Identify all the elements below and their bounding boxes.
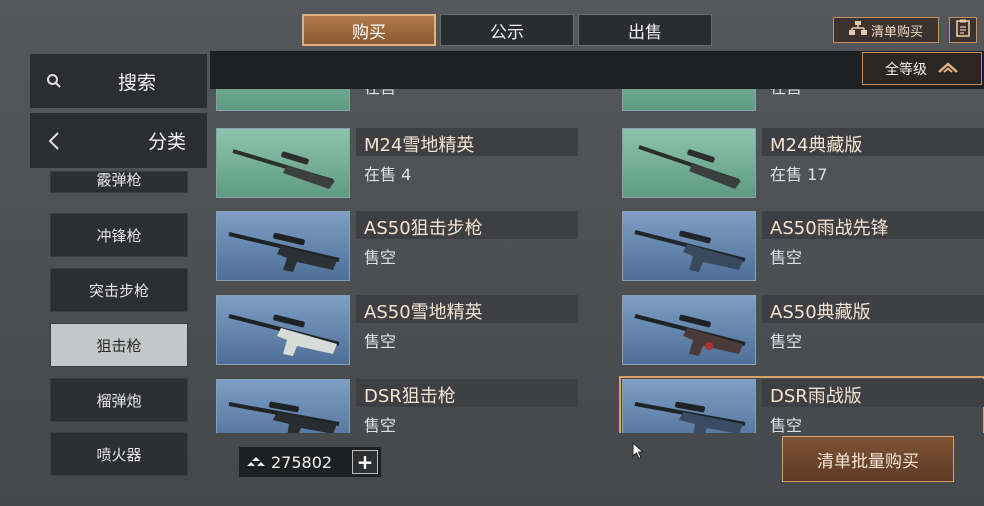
item-card-dsr[interactable]: DSR狙击枪 售空: [216, 379, 578, 433]
batch-buy-button[interactable]: 清单批量购买: [782, 436, 954, 482]
item-status: 售空: [364, 332, 397, 351]
item-status: 在售 17: [770, 165, 828, 184]
top-tabs: 购买 公示 出售: [302, 14, 712, 46]
item-thumbnail: [622, 89, 756, 111]
item-card[interactable]: 在售: [622, 89, 984, 115]
item-card-dsr-rain[interactable]: DSR雨战版 售空: [619, 376, 984, 433]
sniper-rifle-icon: [228, 314, 340, 356]
item-thumbnail: [622, 128, 756, 198]
sniper-rifle-icon: [232, 149, 335, 189]
sidebar-item-smg[interactable]: 冲锋枪: [50, 213, 188, 257]
item-card-m24-collector[interactable]: M24典藏版 在售 17: [622, 128, 984, 202]
item-thumbnail: [216, 89, 350, 111]
item-thumbnail: [216, 211, 350, 281]
sniper-rifle-icon: [638, 145, 741, 189]
item-name: AS50雪地精英: [364, 302, 483, 323]
item-name: DSR狙击枪: [364, 386, 456, 407]
grade-filter-dropdown[interactable]: 全等级: [862, 52, 982, 85]
search-button[interactable]: 搜索: [30, 54, 207, 108]
search-label: 搜索: [118, 71, 157, 94]
sniper-rifle-icon: [228, 232, 340, 272]
sidebar-item-label: 喷火器: [96, 445, 142, 464]
add-currency-button[interactable]: +: [352, 450, 378, 474]
item-status: 在售: [364, 89, 396, 98]
category-back-button[interactable]: 分类: [30, 113, 207, 168]
tab-buy[interactable]: 购买: [302, 14, 436, 46]
item-status: 售空: [770, 416, 803, 433]
item-name: AS50狙击步枪: [364, 218, 483, 239]
item-status: 售空: [770, 248, 803, 267]
list-buy-label: 清单购买: [870, 24, 923, 40]
batch-buy-label: 清单批量购买: [817, 451, 919, 472]
sidebar-item-label: 突击步枪: [88, 281, 149, 300]
sidebar-item-label: 榴弹炮: [96, 391, 142, 410]
sidebar-item-label: 霰弹枪: [96, 171, 142, 189]
item-thumbnail: [622, 211, 756, 281]
currency-amount: 275802: [271, 452, 333, 472]
item-card[interactable]: 在售: [216, 89, 578, 115]
item-status: 售空: [770, 332, 803, 351]
sidebar-item-label: 狙击枪: [96, 336, 142, 355]
item-thumbnail: [216, 295, 350, 365]
item-card-as50-collector[interactable]: AS50典藏版 售空: [622, 295, 984, 369]
item-name: M24典藏版: [770, 135, 863, 156]
sidebar-item-flamethrower[interactable]: 喷火器: [50, 432, 188, 476]
item-status: 售空: [364, 248, 397, 267]
sniper-rifle-icon: [634, 314, 746, 356]
sniper-rifle-icon: [228, 401, 340, 433]
sniper-rifle-icon: [634, 230, 746, 272]
item-name: M24雪地精英: [364, 135, 475, 156]
item-card-as50-rain[interactable]: AS50雨战先锋 售空: [622, 211, 984, 285]
item-grid: 在售 在售 M24雪地精英 在售 4 M24典藏版 在售 17: [210, 89, 984, 433]
list-buy-button[interactable]: 清单购买: [833, 17, 939, 43]
sidebar-item-assault-rifle[interactable]: 突击步枪: [50, 268, 188, 312]
item-status: 在售: [770, 89, 802, 98]
item-thumbnail: [622, 379, 756, 433]
clipboard-icon: [956, 19, 970, 41]
sidebar-item-sniper-rifle[interactable]: 狙击枪: [50, 323, 188, 367]
tab-sell[interactable]: 出售: [578, 14, 712, 46]
item-thumbnail: [216, 128, 350, 198]
hierarchy-icon: [848, 21, 867, 39]
chevron-left-icon: [30, 131, 78, 151]
item-status: 售空: [364, 416, 397, 433]
coin-pile-icon: [247, 453, 265, 472]
sniper-rifle-icon: [634, 401, 746, 433]
chevron-up-icon: [937, 61, 959, 77]
item-card-as50[interactable]: AS50狙击步枪 售空: [216, 211, 578, 285]
plus-icon: +: [356, 450, 374, 474]
mouse-cursor-icon: [632, 441, 646, 464]
item-name: AS50雨战先锋: [770, 218, 889, 239]
item-status: 在售 4: [364, 165, 412, 184]
category-label: 分类: [148, 131, 187, 153]
search-icon: [30, 73, 78, 89]
grade-filter-label: 全等级: [885, 61, 927, 78]
item-name: AS50典藏版: [770, 302, 871, 323]
tab-announce[interactable]: 公示: [440, 14, 574, 46]
clipboard-button[interactable]: [949, 17, 977, 43]
item-name: DSR雨战版: [770, 386, 862, 407]
sidebar-item-shotgun[interactable]: 霰弹枪: [50, 171, 188, 193]
sidebar-item-label: 冲锋枪: [96, 226, 142, 245]
item-card-as50-snow[interactable]: AS50雪地精英 售空: [216, 295, 578, 369]
item-card-m24-snow[interactable]: M24雪地精英 在售 4: [216, 128, 578, 202]
item-thumbnail: [216, 379, 350, 433]
sidebar-item-grenade-launcher[interactable]: 榴弹炮: [50, 378, 188, 422]
item-thumbnail: [622, 295, 756, 365]
